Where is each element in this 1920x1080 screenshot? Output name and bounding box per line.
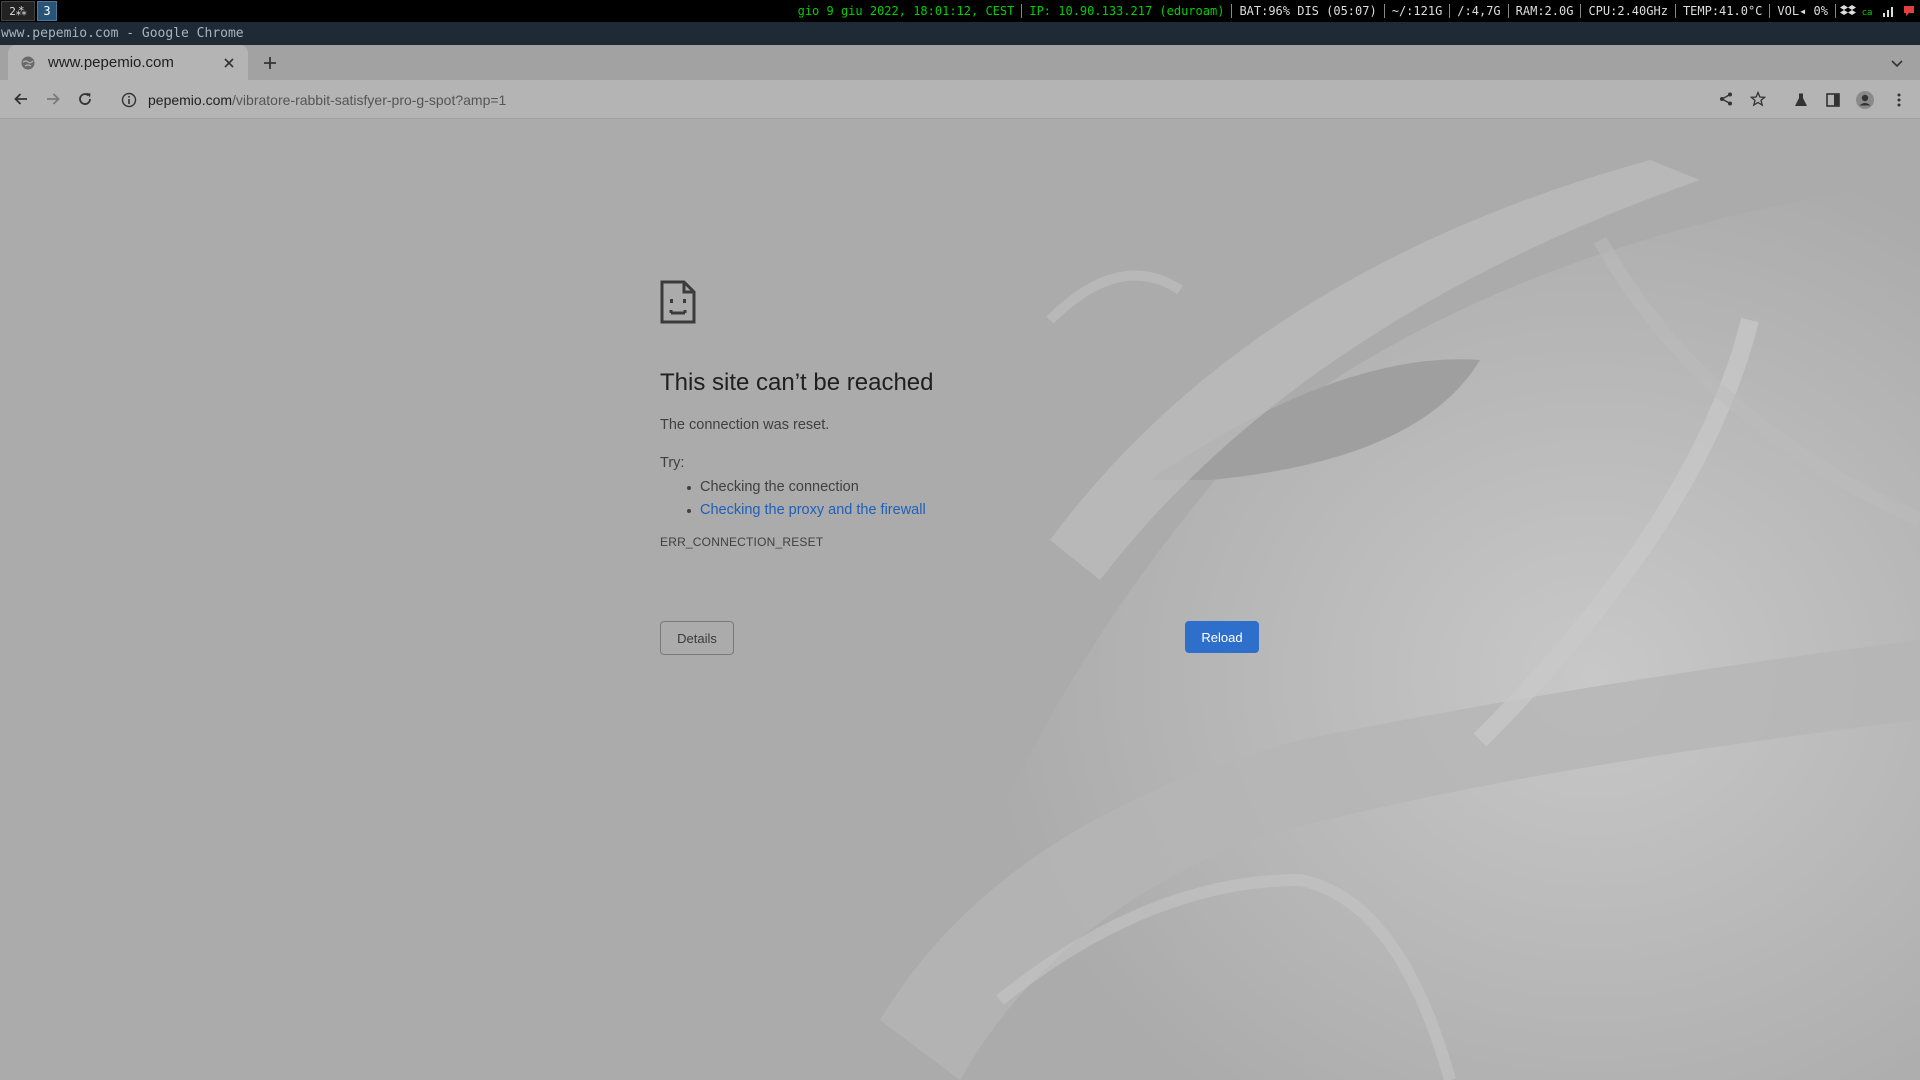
tab-active[interactable]: www.pepemio.com xyxy=(8,45,248,80)
status-battery: BAT:96% DIS (05:07) xyxy=(1232,4,1385,18)
suggestion-proxy-firewall-link[interactable]: Checking the proxy and the firewall xyxy=(687,502,1260,518)
avatar-icon xyxy=(1856,91,1874,109)
share-button[interactable] xyxy=(1714,87,1738,111)
suggestion-check-connection: Checking the connection xyxy=(687,479,1260,495)
chevron-down-icon xyxy=(1891,60,1903,68)
wallpaper-mask-image xyxy=(0,120,1920,1080)
bookmark-button[interactable] xyxy=(1746,87,1770,111)
url-path: /vibratore-rabbit-satisfyer-pro-g-spot?a… xyxy=(232,91,507,108)
error-panel: This site can’t be reached The connectio… xyxy=(660,280,1260,549)
share-icon xyxy=(1720,92,1732,106)
page-content: This site can’t be reached The connectio… xyxy=(0,120,1920,1080)
status-bar: 2⁂ 3 gio 9 giu 2022, 18:01:12, CEST IP: … xyxy=(0,0,1920,22)
status-ram: RAM:2.0G xyxy=(1509,4,1582,18)
refresh-icon xyxy=(79,93,91,105)
new-tab-button[interactable] xyxy=(258,51,282,75)
status-ip: IP: 10.90.133.217 (eduroam) xyxy=(1022,4,1233,18)
url-text[interactable]: pepemio.com/vibratore-rabbit-satisfyer-p… xyxy=(148,92,506,108)
address-bar[interactable]: pepemio.com/vibratore-rabbit-satisfyer-p… xyxy=(110,84,1770,115)
signal-icon[interactable] xyxy=(1882,5,1896,17)
flask-icon xyxy=(1795,93,1807,106)
system-tray: ca xyxy=(1836,4,1916,18)
star-icon xyxy=(1750,91,1766,107)
status-home-disk: ~/:121G xyxy=(1385,4,1451,18)
status-cpu: CPU:2.40GHz xyxy=(1581,4,1676,18)
close-icon xyxy=(224,57,234,68)
menu-button[interactable] xyxy=(1883,84,1915,116)
workspace-2-button[interactable]: 2⁂ xyxy=(1,1,35,21)
side-panel-button[interactable] xyxy=(1817,84,1849,116)
status-root-disk: /:4,7G xyxy=(1450,4,1509,18)
back-button[interactable] xyxy=(5,83,37,115)
status-volume: VOL◂ 0% xyxy=(1770,4,1836,18)
tab-strip: www.pepemio.com xyxy=(0,45,1920,80)
error-description: The connection was reset. xyxy=(660,417,830,433)
details-button[interactable]: Details xyxy=(660,621,734,655)
reload-button[interactable] xyxy=(69,83,101,115)
error-heading: This site can’t be reached xyxy=(660,369,934,396)
suggestion-list: Checking the connection Checking the pro… xyxy=(687,479,1260,518)
error-code: ERR_CONNECTION_RESET xyxy=(660,535,824,549)
tab-search-button[interactable] xyxy=(1888,54,1906,72)
forward-button[interactable] xyxy=(37,83,69,115)
globe-icon xyxy=(21,56,35,69)
arrow-right-icon xyxy=(47,93,60,105)
reload-page-button[interactable]: Reload xyxy=(1185,621,1259,653)
tab-title: www.pepemio.com xyxy=(48,54,174,71)
browser-toolbar: pepemio.com/vibratore-rabbit-satisfyer-p… xyxy=(0,80,1920,119)
side-panel-icon xyxy=(1826,93,1840,107)
labs-button[interactable] xyxy=(1785,84,1817,116)
kebab-menu-icon xyxy=(1897,93,1901,107)
profile-button[interactable] xyxy=(1849,84,1881,116)
ca-indicator-icon[interactable]: ca xyxy=(1862,5,1876,17)
window-title: www.pepemio.com - Google Chrome xyxy=(0,22,1920,45)
site-info-button[interactable] xyxy=(118,89,140,111)
arrow-left-icon xyxy=(14,93,27,105)
sad-document-icon xyxy=(660,280,696,324)
info-icon xyxy=(121,92,137,107)
try-label: Try: xyxy=(660,455,685,471)
workspace-3-button[interactable]: 3 xyxy=(37,1,57,21)
close-tab-button[interactable] xyxy=(218,52,240,74)
url-host: pepemio.com xyxy=(148,91,233,108)
notification-icon[interactable] xyxy=(1902,4,1916,18)
status-blocks: gio 9 giu 2022, 18:01:12, CEST IP: 10.90… xyxy=(791,4,1920,18)
plus-icon xyxy=(264,57,276,69)
svg-text:ca: ca xyxy=(1862,8,1872,17)
status-datetime: gio 9 giu 2022, 18:01:12, CEST xyxy=(791,4,1023,18)
status-temp: TEMP:41.0°C xyxy=(1676,4,1771,18)
dropbox-icon[interactable] xyxy=(1840,4,1856,18)
